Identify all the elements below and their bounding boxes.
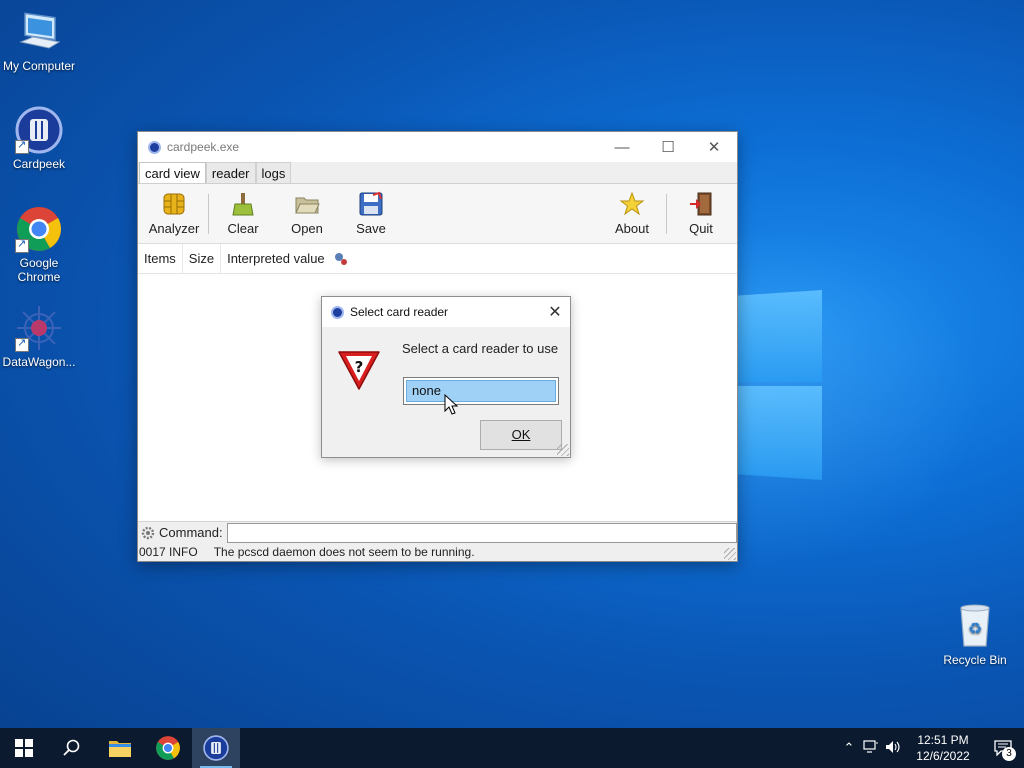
broom-icon: [230, 191, 256, 217]
recycle-bin-icon: ♻: [951, 602, 999, 650]
about-label: About: [615, 221, 649, 236]
gear-icon: [141, 526, 155, 539]
floppy-disk-icon: [358, 191, 384, 217]
column-size[interactable]: Size: [183, 244, 222, 273]
clear-label: Clear: [227, 221, 259, 236]
toolbar-separator: [208, 193, 209, 234]
minimize-button[interactable]: —: [599, 132, 645, 162]
clear-button[interactable]: Clear: [211, 191, 275, 236]
desktop-icon-label: DataWagon...: [2, 355, 76, 369]
shortcut-arrow-icon: [15, 138, 29, 154]
tab-logs[interactable]: logs: [255, 162, 292, 183]
tree-column-header: Items Size Interpreted value: [138, 244, 737, 274]
desktop-icon-chrome[interactable]: Google Chrome: [0, 205, 78, 284]
folder-icon: [109, 741, 131, 757]
taskbar-file-explorer[interactable]: [96, 728, 144, 768]
desktop-icon-label: Recycle Bin: [943, 653, 1007, 667]
cardpeek-icon: [203, 735, 229, 761]
column-items[interactable]: Items: [138, 244, 183, 273]
tab-reader[interactable]: reader: [205, 162, 256, 183]
card-reader-list[interactable]: none: [403, 377, 559, 405]
clock[interactable]: 12:51 PM 12/6/2022: [904, 732, 982, 764]
desktop-icon-recycle-bin[interactable]: ♻ Recycle Bin: [936, 602, 1014, 667]
notification-count-badge: 3: [1002, 747, 1016, 761]
svg-text:♻: ♻: [968, 619, 982, 638]
desktop-icon-datawagon[interactable]: DataWagon...: [0, 304, 78, 369]
analyzer-label: Analyzer: [148, 221, 200, 236]
windows-start-icon: [15, 739, 33, 757]
search-button[interactable]: [48, 728, 96, 768]
dialog-titlebar[interactable]: Select card reader ✕: [322, 297, 570, 327]
dialog-title: Select card reader: [350, 305, 449, 319]
desktop-icon-label: My Computer: [2, 59, 76, 73]
dialog-resize-grip[interactable]: [557, 444, 569, 456]
close-button[interactable]: ✕: [691, 132, 737, 162]
status-bar: 0017 INFO The pcscd daemon does not seem…: [138, 543, 737, 561]
desktop-icon-cardpeek[interactable]: Cardpeek: [0, 106, 78, 171]
exit-door-icon: [688, 191, 714, 217]
desktop-icon-label: Cardpeek: [12, 157, 66, 171]
volume-icon[interactable]: [882, 740, 904, 757]
computer-icon: [15, 8, 63, 56]
tab-bar: card view reader logs: [138, 162, 737, 184]
select-card-reader-dialog: Select card reader ✕ ? Select a card rea…: [321, 296, 571, 458]
chrome-icon: [15, 205, 63, 253]
network-icon[interactable]: [860, 739, 882, 757]
cardpeek-app-icon: [148, 140, 161, 154]
clock-date: 12/6/2022: [916, 749, 970, 763]
toolbar-separator: [666, 193, 667, 234]
taskbar-cardpeek[interactable]: [192, 728, 240, 768]
status-code: 0017 INFO: [139, 545, 198, 559]
reader-option-selected[interactable]: none: [406, 380, 556, 402]
shortcut-arrow-icon: [15, 237, 29, 253]
open-button[interactable]: Open: [275, 191, 339, 236]
command-input[interactable]: [226, 522, 737, 543]
mouse-cursor-icon: [444, 393, 459, 416]
start-button[interactable]: [0, 728, 48, 768]
shortcut-arrow-icon: [15, 336, 29, 352]
action-center-button[interactable]: 3: [982, 728, 1024, 768]
star-icon: [619, 191, 645, 217]
open-label: Open: [291, 221, 323, 236]
toolbar: Analyzer Clear Open Save About Quit: [138, 184, 737, 244]
dialog-prompt: Select a card reader to use: [402, 341, 559, 356]
svg-text:?: ?: [355, 358, 364, 376]
save-label: Save: [356, 221, 386, 236]
windows-wallpaper-logo: [738, 290, 822, 480]
clock-time: 12:51 PM: [917, 733, 969, 747]
question-warning-icon: ?: [337, 349, 381, 391]
analyzer-button[interactable]: Analyzer: [142, 191, 206, 236]
resize-grip[interactable]: [724, 548, 736, 560]
dialog-close-button[interactable]: ✕: [540, 302, 570, 322]
taskbar-chrome[interactable]: [144, 728, 192, 768]
window-title: cardpeek.exe: [167, 140, 240, 154]
taskbar: ⌃ 12:51 PM 12/6/2022 3: [0, 728, 1024, 768]
datawagon-icon: [15, 304, 63, 352]
column-settings-icon[interactable]: [331, 244, 351, 273]
status-message: The pcscd daemon does not seem to be run…: [213, 545, 475, 559]
show-hidden-icons-chevron-icon[interactable]: ⌃: [838, 740, 860, 756]
column-interpreted-value[interactable]: Interpreted value: [221, 244, 331, 273]
system-tray: ⌃ 12:51 PM 12/6/2022 3: [838, 728, 1024, 768]
command-label: Command:: [141, 525, 223, 540]
quit-button[interactable]: Quit: [669, 191, 733, 236]
maximize-button[interactable]: ☐: [645, 132, 691, 162]
save-button[interactable]: Save: [339, 191, 403, 236]
about-button[interactable]: About: [600, 191, 664, 236]
cardpeek-app-icon: [331, 305, 344, 319]
desktop-icon-my-computer[interactable]: My Computer: [0, 8, 78, 73]
desktop-icon-label: Google Chrome: [17, 256, 61, 284]
quit-label: Quit: [689, 221, 713, 236]
search-icon: [63, 739, 80, 756]
cardpeek-icon: [15, 106, 63, 154]
window-titlebar[interactable]: cardpeek.exe — ☐ ✕: [138, 132, 737, 162]
tab-card-view[interactable]: card view: [139, 162, 206, 183]
ok-button[interactable]: OK: [480, 420, 562, 450]
chrome-icon: [156, 736, 180, 760]
command-bar: Command:: [138, 521, 737, 543]
folder-open-icon: [294, 191, 320, 217]
chip-icon: [161, 191, 187, 217]
